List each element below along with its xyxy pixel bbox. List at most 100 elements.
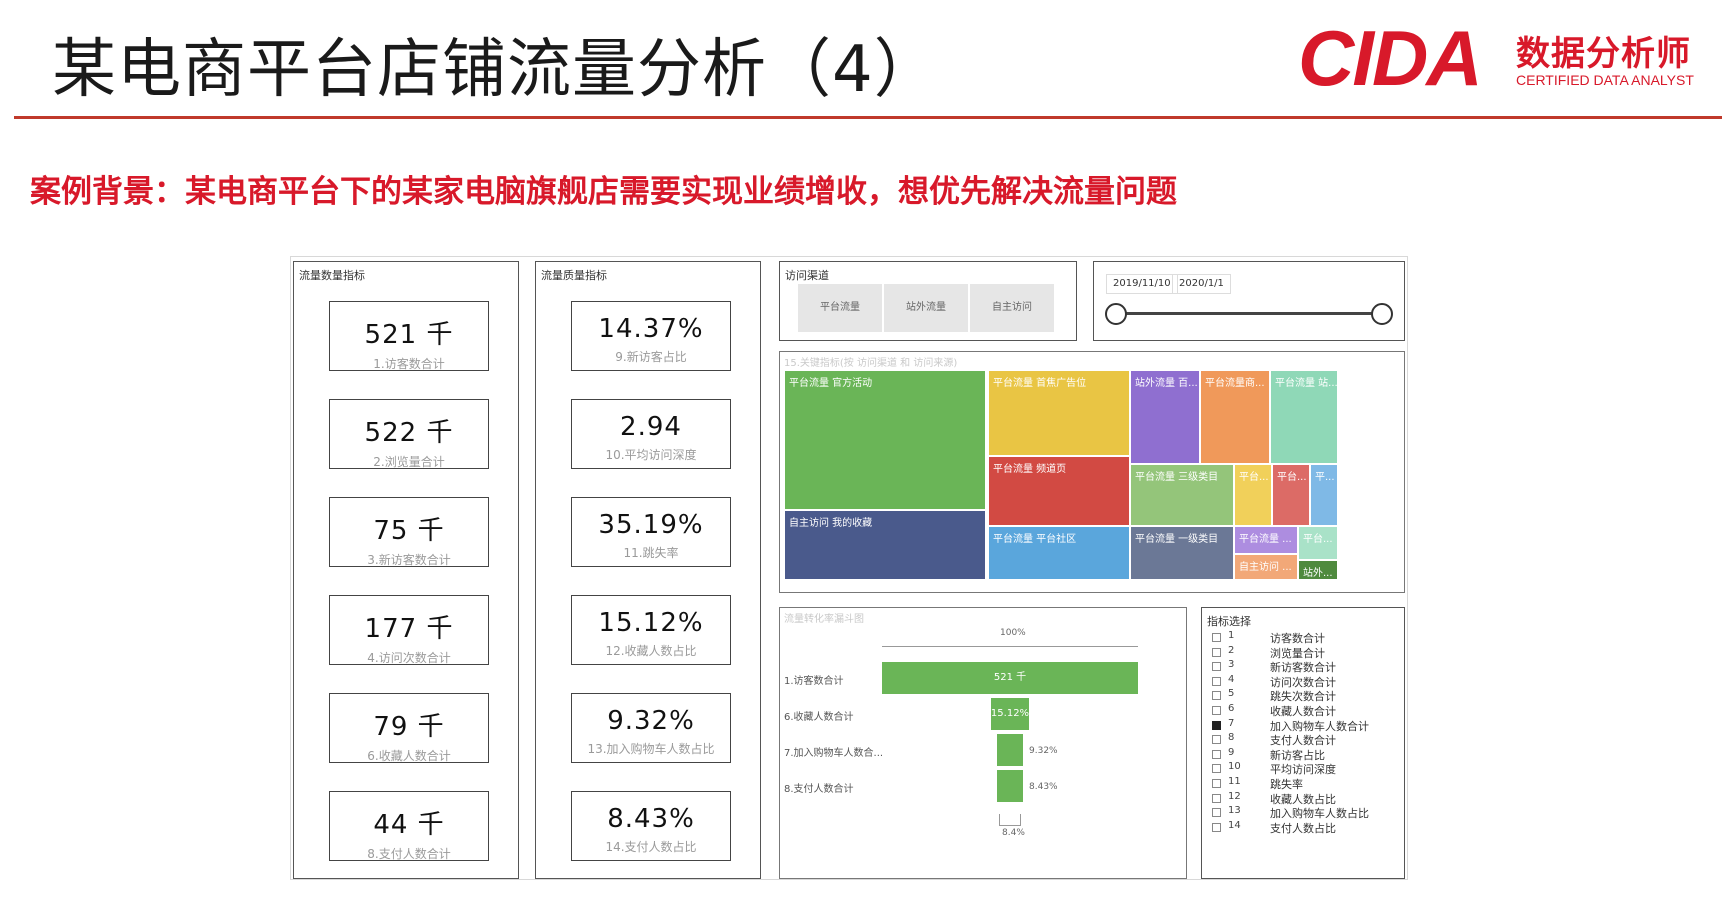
funnel-title: 流量转化率漏斗图 [784,614,864,625]
dashboard: 流量数量指标 521 千 1.访客数合计 522 千 2.浏览量合计 75 千 3.新访客… [290,256,1408,880]
metric-checkbox[interactable] [1212,822,1221,832]
metric-checkbox[interactable] [1212,691,1221,701]
treemap-tile[interactable]: 平台流量 ... [1234,526,1298,554]
slide-title: 某电商平台店铺流量分析（4） [52,33,939,107]
metric-label: 支付人数合计 [1270,734,1336,748]
metric-label: 收藏人数占比 [1270,792,1336,806]
kpi-value: 79 千 [373,712,445,742]
treemap-tile[interactable]: 平台... [1298,526,1338,560]
metric-checkbox[interactable] [1212,647,1221,657]
metric-checkbox[interactable] [1212,764,1221,774]
metric-number: 10 [1228,761,1241,773]
logo-cn-text: 数据分析师 [1516,34,1691,74]
title-divider [14,116,1722,119]
quantity-kpi-card: 44 千 8.支付人数合计 [329,791,489,861]
metric-number: 4 [1228,673,1235,685]
funnel-bar[interactable] [997,770,1023,802]
kpi-value: 521 千 [364,320,454,350]
treemap-tile[interactable]: 平台流量 一级类目 [1130,526,1234,580]
metric-checkbox[interactable] [1212,735,1221,745]
funnel-stage-label: 8.支付人数合计 [784,784,854,795]
quality-kpi-card: 8.43% 14.支付人数占比 [571,791,731,861]
kpi-label: 1.访客数合计 [373,357,445,371]
funnel-bottom-bracket [999,814,1021,826]
kpi-label: 11.跳失率 [623,546,679,560]
treemap-tile[interactable]: 平台流量 站... [1270,370,1338,464]
quality-kpi-card: 14.37% 9.新访客占比 [571,301,731,371]
metric-label: 加入购物车人数合计 [1270,719,1369,733]
metric-number: 12 [1228,790,1241,802]
treemap-tile[interactable]: 平台流量 官方活动 [784,370,986,510]
cda-logo: CIDA 数据分析师 CERTIFIED DATA ANALYST [1298,14,1728,102]
funnel-top-bracket [882,646,1138,647]
start-date-input[interactable]: 2019/11/10 [1106,274,1178,294]
metric-label: 收藏人数合计 [1270,705,1336,718]
treemap-tile[interactable]: 平台流量 频道页 [988,456,1130,526]
kpi-value: 75 千 [373,516,445,546]
metric-number: 6 [1228,703,1235,714]
metric-number: 13 [1228,805,1241,817]
quality-kpi-card: 9.32% 13.加入购物车人数占比 [571,693,731,763]
metric-checkbox[interactable] [1212,633,1221,642]
treemap-tile[interactable]: 平台流量商... [1200,370,1270,464]
metric-checkbox[interactable] [1212,720,1221,730]
kpi-value: 14.37% [598,314,704,344]
metric-checkbox[interactable] [1212,749,1221,759]
quantity-panel-title: 流量数量指标 [299,269,365,282]
channel-slicer-title: 访问渠道 [785,269,829,282]
quality-panel-title: 流量质量指标 [541,269,607,282]
funnel-bar[interactable]: 521 千 [882,662,1138,694]
funnel-stage-label: 7.加入购物车人数合... [784,748,884,759]
end-date-input[interactable]: 2020/1/1 [1172,274,1231,294]
kpi-label: 4.访问次数合计 [367,651,451,665]
channel-button-direct[interactable]: 自主访问 [970,284,1054,332]
metric-checkbox[interactable] [1212,662,1221,672]
treemap-tile[interactable]: 平台... [1272,464,1310,526]
metric-number: 14 [1228,819,1241,831]
treemap-tile[interactable]: 站外流量 百... [1130,370,1200,464]
funnel-stage-label: 6.收藏人数合计 [784,712,854,723]
metric-checkbox[interactable] [1212,676,1221,686]
kpi-value: 177 千 [364,614,454,644]
date-slider-start-handle[interactable] [1105,303,1127,325]
quality-kpi-card: 2.94 10.平均访问深度 [571,399,731,469]
treemap-tile[interactable]: 平台流量 平台社区 [988,526,1130,580]
quality-kpi-card: 35.19% 11.跳失率 [571,497,731,567]
channel-button-external[interactable]: 站外流量 [884,284,968,332]
channel-button-platform[interactable]: 平台流量 [798,284,882,332]
treemap-tile[interactable]: 站外... [1298,560,1338,580]
kpi-label: 12.收藏人数占比 [605,644,697,658]
funnel-panel: 流量转化率漏斗图 100% 1.访客数合计 521 千 6.收藏人数合计 15.12% 7… [779,607,1187,879]
date-slider-end-handle[interactable] [1371,303,1393,325]
metric-checkbox[interactable] [1212,808,1221,818]
treemap-tile[interactable]: 平台流量 三级类目 [1130,464,1234,526]
treemap-panel: 15.关键指标(按 访问渠道 和 访问来源) 平台流量 官方活动 自主访问 我的收… [779,351,1405,593]
date-slider-track[interactable] [1116,312,1382,315]
logo-mark: CIDA [1298,14,1483,102]
metric-selector: 指标选择 1 访客数合计 2 浏览量合计 3 新访客数合计 4 访问次数合计 5 跳失次数合计 6 收… [1201,607,1405,879]
metric-checkbox[interactable] [1212,793,1221,803]
kpi-label: 13.加入购物车人数占比 [587,742,715,756]
metric-label: 跳失次数合计 [1270,690,1336,704]
treemap-tile[interactable]: 自主访问 ... [1234,554,1298,580]
treemap-tile[interactable]: 平台流量 首焦广告位 [988,370,1130,456]
metric-label: 访客数合计 [1270,632,1325,645]
kpi-label: 9.新访客占比 [615,350,687,364]
metric-checkbox[interactable] [1212,779,1221,788]
funnel-stage-percent: 9.32% [1029,746,1058,756]
kpi-value: 44 千 [373,810,445,840]
treemap-tile[interactable]: 平台... [1234,464,1272,526]
funnel-bar[interactable] [997,734,1023,766]
logo-en-text: CERTIFIED DATA ANALYST [1516,72,1694,88]
treemap-tile[interactable]: 平... [1310,464,1338,526]
treemap-tile[interactable]: 自主访问 我的收藏 [784,510,986,580]
kpi-value: 522 千 [364,418,454,448]
date-range-slicer: 2019/11/10 2020/1/1 [1093,261,1405,341]
metric-checkbox[interactable] [1212,706,1221,715]
funnel-bar[interactable]: 15.12% [990,698,1030,730]
kpi-value: 9.32% [607,706,695,736]
metric-number: 2 [1228,644,1235,656]
quality-panel: 流量质量指标 14.37% 9.新访客占比 2.94 10.平均访问深度 35.19% 1… [535,261,761,879]
quantity-kpi-card: 177 千 4.访问次数合计 [329,595,489,665]
metric-number: 11 [1228,776,1241,787]
